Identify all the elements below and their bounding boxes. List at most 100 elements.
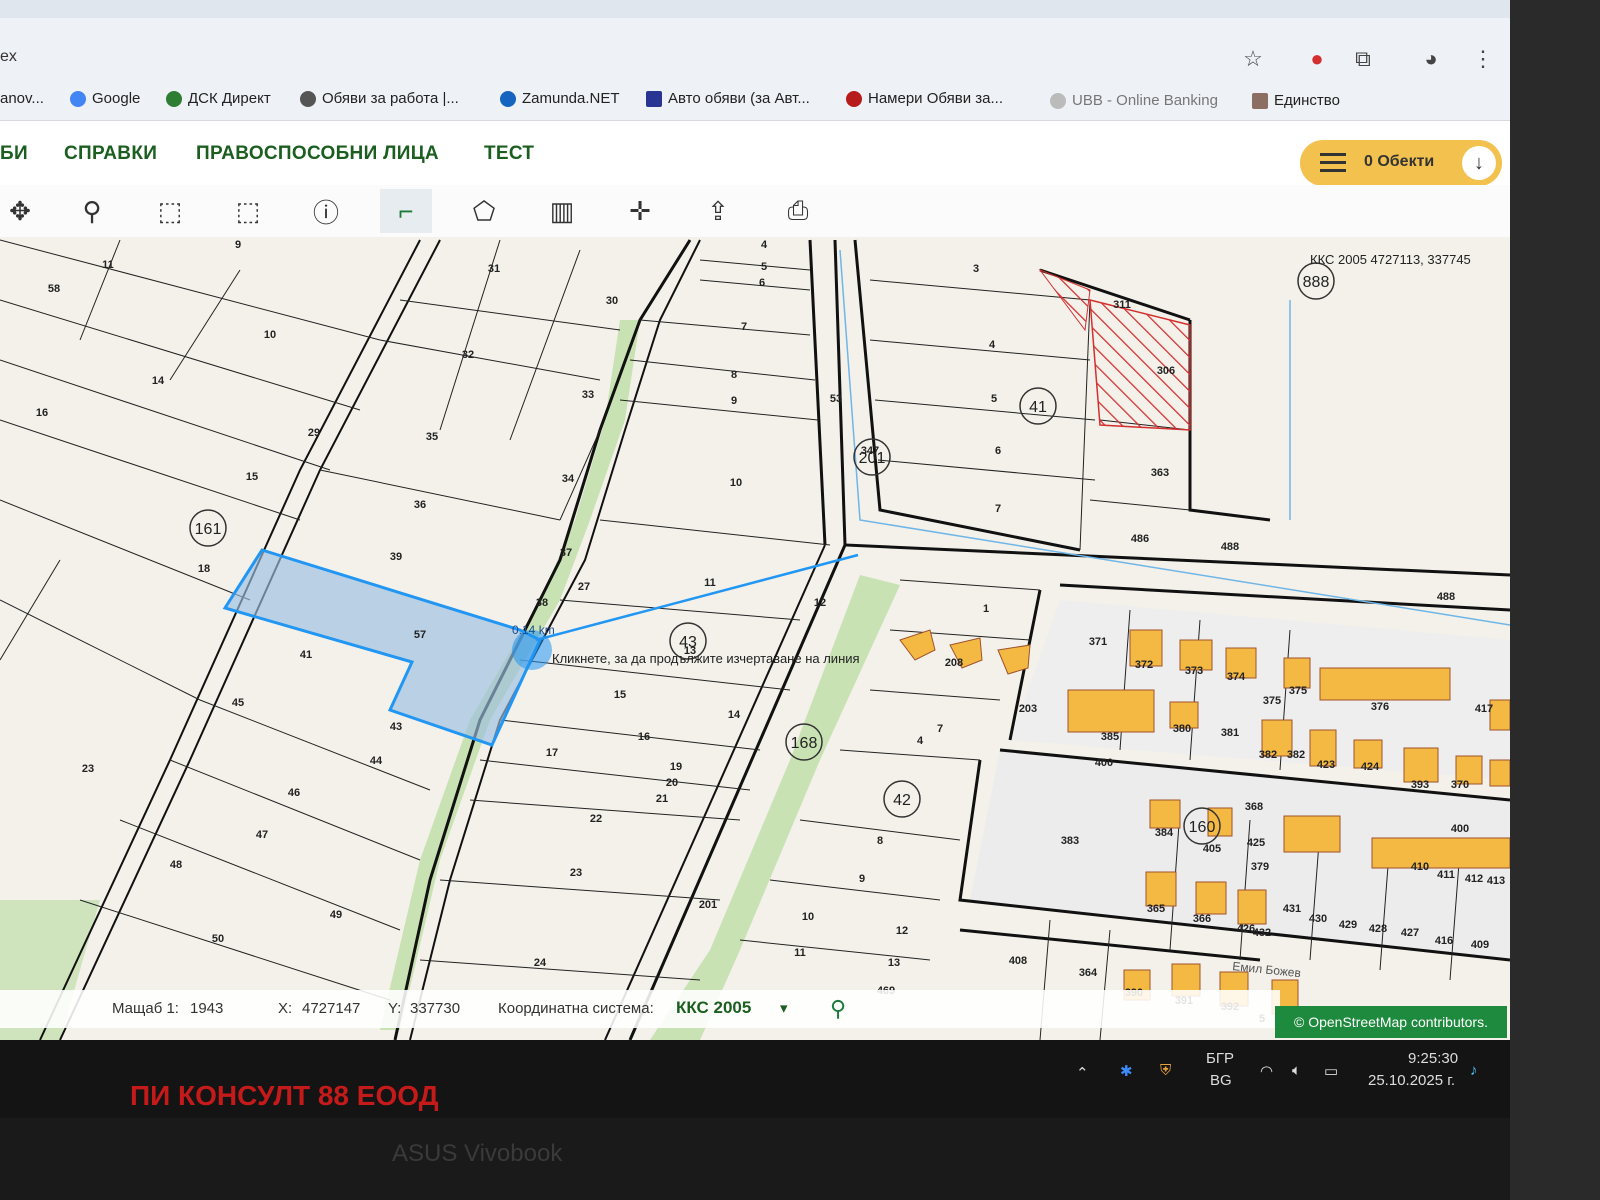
parcel-number: 14	[728, 709, 741, 721]
parcel-number: 381	[1221, 727, 1239, 739]
parcel-number: 5	[991, 393, 997, 405]
address-text[interactable]: ex	[0, 48, 17, 66]
parcel-number: 400	[1451, 823, 1469, 835]
distance-label: 0.14 km	[512, 623, 555, 637]
bookmark-ubb[interactable]: UBB - Online Banking	[1050, 92, 1218, 109]
volume-icon[interactable]: 🔈︎	[1292, 1062, 1301, 1079]
scale-value: 1943	[190, 1000, 224, 1017]
parcel-number: 425	[1247, 837, 1265, 849]
parcel-number: 12	[896, 925, 908, 937]
parcel-number: 10	[730, 477, 742, 489]
map-label: 888	[1303, 274, 1330, 291]
bookmark-dsk[interactable]: ДСК Директ	[166, 90, 271, 107]
parcel-number: 9	[859, 873, 865, 885]
parcel-number: 6	[995, 445, 1001, 457]
print-icon[interactable]: ⎙	[772, 189, 824, 233]
parcel-number: 424	[1361, 761, 1380, 773]
map-canvas[interactable]: 888 41 201 161 43 168 42 160 Емил Божев …	[0, 237, 1510, 1040]
bookmark-auto[interactable]: Авто обяви (за Авт...	[646, 90, 810, 107]
ubb-icon	[1050, 92, 1066, 109]
clock-time[interactable]: 9:25:30	[1408, 1050, 1458, 1067]
parcel-number: 17	[546, 747, 558, 759]
crs-select[interactable]: ККС 2005	[676, 998, 751, 1018]
nav-item-pravosposobni[interactable]: ПРАВОСПОСОБНИ ЛИЦА	[196, 143, 439, 165]
crosshair-icon[interactable]: ✛	[614, 189, 666, 233]
bookmark-jobs[interactable]: Обяви за работа |...	[300, 90, 459, 107]
parcel-number: 31	[488, 263, 500, 275]
parcel-number: 364	[1079, 967, 1098, 979]
crs-label: Координатна система:	[498, 1000, 654, 1017]
nav-item-test[interactable]: ТЕСТ	[484, 143, 534, 165]
parcel-number: 48	[170, 859, 182, 871]
parcel-number: 6	[759, 277, 765, 289]
parcel-number: 45	[232, 697, 244, 709]
parcel-number: 35	[426, 431, 438, 443]
bookmark-edinstvo[interactable]: Единство	[1252, 92, 1340, 109]
pin-icon[interactable]: ⚲	[66, 189, 118, 233]
parcel-number: 417	[1475, 703, 1493, 715]
parcel-number: 14	[152, 375, 165, 387]
parcel-number: 8	[731, 369, 737, 381]
cadastral-map[interactable]: 888 41 201 161 43 168 42 160 Емил Божев …	[0, 237, 1510, 1040]
parcel-number: 432	[1253, 927, 1271, 939]
parcel-number: 413	[1487, 875, 1505, 887]
parcel-number: 409	[1471, 939, 1489, 951]
opera-icon[interactable]: ●	[1304, 46, 1330, 72]
app-navigation: БИ СПРАВКИ ПРАВОСПОСОБНИ ЛИЦА ТЕСТ	[0, 121, 1510, 185]
parcel-number: 1	[983, 603, 989, 615]
chevron-down-icon[interactable]: ▾	[780, 999, 788, 1017]
export-icon[interactable]: ⇪	[692, 189, 744, 233]
parcel-number: 410	[1411, 861, 1429, 873]
chevron-up-icon[interactable]: ⌃	[1076, 1064, 1089, 1082]
star-icon[interactable]: ☆	[1240, 46, 1266, 72]
map-layers-icon[interactable]: ▥	[536, 189, 588, 233]
selected-parcel[interactable]	[222, 548, 542, 747]
puzzle-icon[interactable]: ⧉	[1350, 46, 1376, 72]
measure-line-icon[interactable]: ⌐	[380, 189, 432, 233]
parcel-number: 58	[48, 283, 60, 295]
nav-item-bi[interactable]: БИ	[0, 143, 28, 165]
wifi-icon[interactable]: ◠	[1260, 1062, 1273, 1080]
parcel-number: 488	[1437, 591, 1455, 603]
parcel-number: 375	[1289, 685, 1307, 697]
parcel-number: 201	[699, 899, 717, 911]
battery-icon[interactable]: ▭	[1324, 1062, 1338, 1080]
parcel-number: 24	[534, 957, 547, 969]
zoom-in-box-icon[interactable]: ⬚	[144, 189, 196, 233]
parcel-number: 488	[1221, 541, 1239, 553]
watermark-brand: ПИ КОНСУЛТ 88 ЕООД	[130, 1080, 439, 1111]
water-lines	[839, 249, 1510, 626]
clock-date[interactable]: 25.10.2025 г.	[1368, 1072, 1455, 1089]
arrow-down-icon[interactable]: ↓	[1462, 146, 1496, 180]
lang-bottom[interactable]: BG	[1210, 1072, 1232, 1089]
bookmark-zamunda[interactable]: Zamunda.NET	[500, 90, 620, 107]
bookmark-item[interactable]: anov...	[0, 90, 44, 107]
bookmark-nameri[interactable]: Намери Обяви за...	[846, 90, 1003, 107]
parcel-number: 363	[1151, 467, 1169, 479]
parcel-number: 11	[102, 259, 114, 271]
objects-label: 0 Обекти	[1364, 153, 1435, 170]
parcel-number: 10	[264, 329, 276, 341]
shield-icon[interactable]: ⛨	[1160, 1062, 1171, 1079]
measure-area-icon[interactable]: ⬠	[458, 189, 510, 233]
parcel-number: 373	[1185, 665, 1203, 677]
objects-button[interactable]: 0 Обекти ↓	[1300, 140, 1502, 186]
info-icon[interactable]: ⓘ	[300, 189, 352, 233]
nav-item-spravki[interactable]: СПРАВКИ	[64, 143, 157, 165]
parcel-number: 32	[462, 349, 474, 361]
more-icon[interactable]: ⋮	[1470, 46, 1496, 72]
bluetooth-icon[interactable]: ✱	[1120, 1062, 1133, 1080]
parcel-number: 22	[590, 813, 602, 825]
notification-icon[interactable]: ♪	[1470, 1062, 1478, 1079]
bookmark-google[interactable]: Google	[70, 90, 140, 107]
lang-top[interactable]: БГР	[1206, 1050, 1234, 1067]
background-edge	[1510, 0, 1600, 1200]
search-icon[interactable]: ⚲	[830, 996, 846, 1022]
pan-icon[interactable]: ✥	[0, 189, 46, 233]
avatar[interactable]: ◕	[1418, 46, 1444, 72]
parcel-number: 10	[802, 911, 814, 923]
top-coordinate-readout: ККС 2005 4727113, 337745	[1310, 252, 1471, 267]
map-status-bar: Мащаб 1: 1943 X: 4727147 Y: 337730 Коорд…	[0, 990, 1280, 1028]
osm-attribution[interactable]: © OpenStreetMap contributors.	[1275, 1006, 1507, 1038]
zoom-out-box-icon[interactable]: ⬚	[222, 189, 274, 233]
